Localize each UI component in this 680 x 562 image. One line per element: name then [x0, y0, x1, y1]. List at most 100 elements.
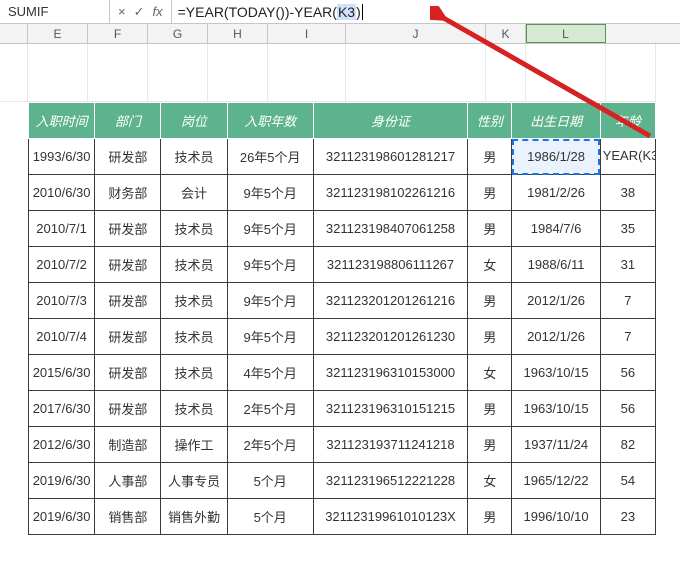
cell-job[interactable]: 技术员: [161, 247, 227, 283]
cell-sex[interactable]: 女: [468, 355, 512, 391]
cell-age[interactable]: 7: [600, 319, 655, 355]
cell-hire[interactable]: 2012/6/30: [29, 427, 95, 463]
cell-tenure[interactable]: 2年5个月: [227, 391, 313, 427]
cell-dept[interactable]: 制造部: [95, 427, 161, 463]
cell-dept[interactable]: 财务部: [95, 175, 161, 211]
cell-sex[interactable]: 男: [468, 175, 512, 211]
cell-sex[interactable]: 男: [468, 139, 512, 175]
cell-id[interactable]: 321123201201261216: [313, 283, 468, 319]
cell-sex[interactable]: 男: [468, 283, 512, 319]
cell-age[interactable]: 35: [600, 211, 655, 247]
th-hire[interactable]: 入职时间: [29, 103, 95, 139]
cell-dob[interactable]: 1996/10/10: [512, 499, 600, 535]
cell-dept[interactable]: 研发部: [95, 283, 161, 319]
cell-age[interactable]: 54: [600, 463, 655, 499]
cell-dept[interactable]: 研发部: [95, 391, 161, 427]
cell-sex[interactable]: 男: [468, 499, 512, 535]
formula-input[interactable]: =YEAR(TODAY())-YEAR(K3): [172, 0, 680, 23]
cell-tenure[interactable]: 9年5个月: [227, 247, 313, 283]
cell-id[interactable]: 32112319961010123X: [313, 499, 468, 535]
cell-tenure[interactable]: 9年5个月: [227, 175, 313, 211]
col-head-F[interactable]: F: [88, 24, 148, 43]
col-head-L[interactable]: L: [526, 24, 606, 43]
cell-dob[interactable]: 1981/2/26: [512, 175, 600, 211]
cancel-icon[interactable]: ×: [118, 4, 126, 19]
cell-dept[interactable]: 研发部: [95, 247, 161, 283]
cell-id[interactable]: 321123196310151215: [313, 391, 468, 427]
cell-id[interactable]: 321123198102261216: [313, 175, 468, 211]
col-head-J[interactable]: J: [346, 24, 486, 43]
cell-dob[interactable]: 1986/1/28: [512, 139, 600, 175]
col-head-G[interactable]: G: [148, 24, 208, 43]
blank-grid-area[interactable]: [0, 44, 680, 102]
cell-dob[interactable]: 1963/10/15: [512, 391, 600, 427]
cell-dept[interactable]: 研发部: [95, 319, 161, 355]
cell-tenure[interactable]: 9年5个月: [227, 211, 313, 247]
cell-hire[interactable]: 2010/7/3: [29, 283, 95, 319]
th-dob[interactable]: 出生日期: [512, 103, 600, 139]
cell-tenure[interactable]: 9年5个月: [227, 283, 313, 319]
name-box[interactable]: SUMIF: [0, 0, 110, 23]
cell-dob[interactable]: 1984/7/6: [512, 211, 600, 247]
cell-tenure[interactable]: 9年5个月: [227, 319, 313, 355]
cell-job[interactable]: 销售外勤: [161, 499, 227, 535]
cell-age[interactable]: YEAR(K3): [600, 139, 655, 175]
cell-job[interactable]: 技术员: [161, 355, 227, 391]
th-tenure[interactable]: 入职年数: [227, 103, 313, 139]
cell-tenure[interactable]: 4年5个月: [227, 355, 313, 391]
cell-age[interactable]: 31: [600, 247, 655, 283]
cell-hire[interactable]: 2010/7/4: [29, 319, 95, 355]
cell-dept[interactable]: 人事部: [95, 463, 161, 499]
col-head-E[interactable]: E: [28, 24, 88, 43]
cell-age[interactable]: 23: [600, 499, 655, 535]
cell-id[interactable]: 321123193711241218: [313, 427, 468, 463]
col-head-I[interactable]: I: [268, 24, 346, 43]
cell-dob[interactable]: 1963/10/15: [512, 355, 600, 391]
cell-id[interactable]: 321123196310153000: [313, 355, 468, 391]
fx-icon[interactable]: fx: [153, 4, 163, 19]
cell-sex[interactable]: 女: [468, 463, 512, 499]
confirm-icon[interactable]: ✓: [134, 4, 145, 20]
cell-job[interactable]: 技术员: [161, 391, 227, 427]
cell-hire[interactable]: 2010/7/2: [29, 247, 95, 283]
cell-dob[interactable]: 1965/12/22: [512, 463, 600, 499]
cell-dept[interactable]: 研发部: [95, 139, 161, 175]
cell-hire[interactable]: 1993/6/30: [29, 139, 95, 175]
cell-job[interactable]: 技术员: [161, 211, 227, 247]
cell-hire[interactable]: 2017/6/30: [29, 391, 95, 427]
cell-job[interactable]: 技术员: [161, 139, 227, 175]
cell-tenure[interactable]: 5个月: [227, 463, 313, 499]
cell-sex[interactable]: 男: [468, 391, 512, 427]
cell-hire[interactable]: 2010/7/1: [29, 211, 95, 247]
cell-dob[interactable]: 1988/6/11: [512, 247, 600, 283]
cell-sex[interactable]: 男: [468, 319, 512, 355]
cell-tenure[interactable]: 5个月: [227, 499, 313, 535]
col-head-H[interactable]: H: [208, 24, 268, 43]
cell-id[interactable]: 321123198601281217: [313, 139, 468, 175]
cell-dob[interactable]: 1937/11/24: [512, 427, 600, 463]
cell-age[interactable]: 7: [600, 283, 655, 319]
cell-hire[interactable]: 2015/6/30: [29, 355, 95, 391]
col-head-K[interactable]: K: [486, 24, 526, 43]
cell-dept[interactable]: 销售部: [95, 499, 161, 535]
cell-job[interactable]: 操作工: [161, 427, 227, 463]
cell-job[interactable]: 技术员: [161, 319, 227, 355]
cell-age[interactable]: 56: [600, 355, 655, 391]
cell-hire[interactable]: 2010/6/30: [29, 175, 95, 211]
cell-id[interactable]: 321123198806111267: [313, 247, 468, 283]
cell-age[interactable]: 38: [600, 175, 655, 211]
cell-id[interactable]: 321123201201261230: [313, 319, 468, 355]
th-age[interactable]: 年龄: [600, 103, 655, 139]
cell-age[interactable]: 56: [600, 391, 655, 427]
cell-hire[interactable]: 2019/6/30: [29, 499, 95, 535]
cell-tenure[interactable]: 26年5个月: [227, 139, 313, 175]
th-sex[interactable]: 性别: [468, 103, 512, 139]
th-id[interactable]: 身份证: [313, 103, 468, 139]
cell-job[interactable]: 技术员: [161, 283, 227, 319]
cell-id[interactable]: 321123196512221228: [313, 463, 468, 499]
cell-sex[interactable]: 女: [468, 247, 512, 283]
th-job[interactable]: 岗位: [161, 103, 227, 139]
cell-sex[interactable]: 男: [468, 211, 512, 247]
cell-id[interactable]: 321123198407061258: [313, 211, 468, 247]
cell-dob[interactable]: 2012/1/26: [512, 319, 600, 355]
